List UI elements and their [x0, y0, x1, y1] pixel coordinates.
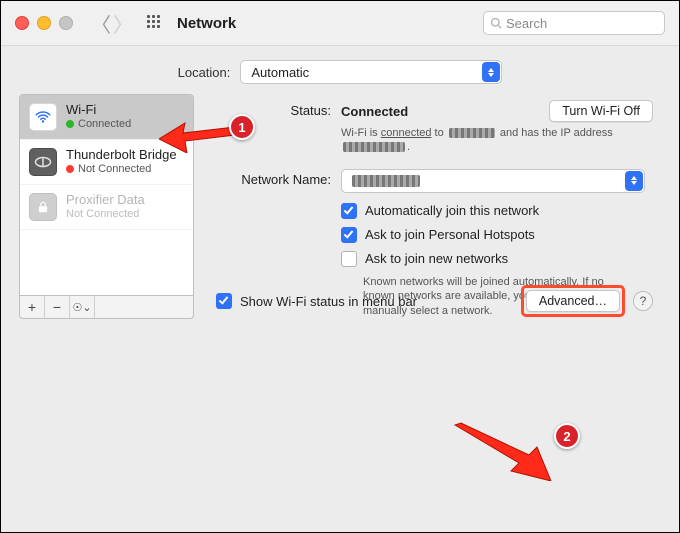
location-row: Location: Automatic [1, 46, 679, 94]
network-name-popup[interactable] [341, 169, 645, 193]
search-input[interactable]: Search [483, 11, 665, 35]
location-label: Location: [178, 65, 231, 80]
status-value: Connected [341, 104, 408, 119]
redacted-ssid [449, 128, 495, 138]
checkbox-icon [341, 203, 357, 219]
status-dot-icon [66, 165, 74, 173]
chevron-updown-icon [482, 62, 500, 82]
thunderbolt-icon [29, 148, 57, 176]
sidebar-item-status: Not Connected [78, 163, 151, 176]
checkbox-icon [341, 251, 357, 267]
sidebar-item-label: Wi-Fi [66, 103, 131, 118]
window-title: Network [177, 15, 236, 32]
nav-buttons: 〈 〉 [91, 9, 133, 38]
show-all-icon[interactable] [147, 15, 163, 31]
sidebar-item-proxifier[interactable]: Proxifier Data Not Connected [20, 185, 193, 230]
search-placeholder: Search [506, 16, 547, 31]
status-subtext: Wi-Fi is connected to and has the IP add… [341, 126, 621, 155]
network-name-label: Network Name: [216, 169, 341, 193]
preferences-window: 〈 〉 Network Search Location: Automatic [0, 0, 680, 533]
search-icon [490, 17, 502, 29]
advanced-button[interactable]: Advanced… [526, 290, 620, 312]
minimize-icon[interactable] [37, 16, 51, 30]
toggle-wifi-button[interactable]: Turn Wi-Fi Off [549, 100, 653, 122]
add-service-button[interactable]: + [20, 296, 45, 318]
traffic-lights[interactable] [15, 16, 73, 30]
redacted-ssid-value [352, 175, 420, 187]
zoom-icon[interactable] [59, 16, 73, 30]
detail-footer: Show Wi-Fi status in menu bar Advanced… … [216, 285, 653, 317]
check-label: Show Wi-Fi status in menu bar [240, 294, 417, 309]
back-button[interactable]: 〈 [91, 9, 111, 38]
remove-service-button[interactable]: − [45, 296, 70, 318]
redacted-ip [343, 142, 405, 152]
callout-badge-2: 2 [554, 423, 580, 449]
check-label: Ask to join Personal Hotspots [365, 227, 535, 242]
ask-hotspots-checkbox[interactable]: Ask to join Personal Hotspots [341, 227, 653, 243]
check-label: Automatically join this network [365, 203, 539, 218]
forward-button[interactable]: 〉 [113, 9, 133, 38]
network-name-row: Network Name: [216, 169, 653, 193]
sidebar-item-label: Proxifier Data [66, 193, 145, 208]
status-row: Status: Connected Turn Wi-Fi Off Wi-Fi i… [216, 100, 653, 155]
body: Wi-Fi Connected Thunderbolt Bridge Not C… [1, 94, 679, 337]
chevron-updown-icon [625, 171, 643, 191]
check-label: Ask to join new networks [365, 251, 508, 266]
detail-pane: Status: Connected Turn Wi-Fi Off Wi-Fi i… [194, 94, 661, 319]
callout-highlight: Advanced… [521, 285, 625, 317]
close-icon[interactable] [15, 16, 29, 30]
titlebar: 〈 〉 Network Search [1, 1, 679, 46]
arrow-icon [159, 119, 237, 153]
location-value: Automatic [251, 65, 309, 80]
show-menubar-checkbox[interactable]: Show Wi-Fi status in menu bar [216, 293, 417, 309]
service-list-footer: + − ☉⌄ [19, 296, 194, 319]
sidebar-item-status: Connected [78, 118, 131, 131]
callout-badge-1: 1 [229, 114, 255, 140]
location-popup[interactable]: Automatic [240, 60, 502, 84]
help-button[interactable]: ? [633, 291, 653, 311]
ask-new-networks-checkbox[interactable]: Ask to join new networks [341, 251, 653, 267]
wifi-icon [29, 103, 57, 131]
arrow-icon [453, 421, 553, 481]
checkbox-icon [216, 293, 232, 309]
lock-icon [29, 193, 57, 221]
checkbox-icon [341, 227, 357, 243]
more-actions-button[interactable]: ☉⌄ [70, 296, 95, 318]
sidebar-item-status: Not Connected [66, 208, 139, 221]
auto-join-checkbox[interactable]: Automatically join this network [341, 203, 653, 219]
status-dot-icon [66, 120, 74, 128]
